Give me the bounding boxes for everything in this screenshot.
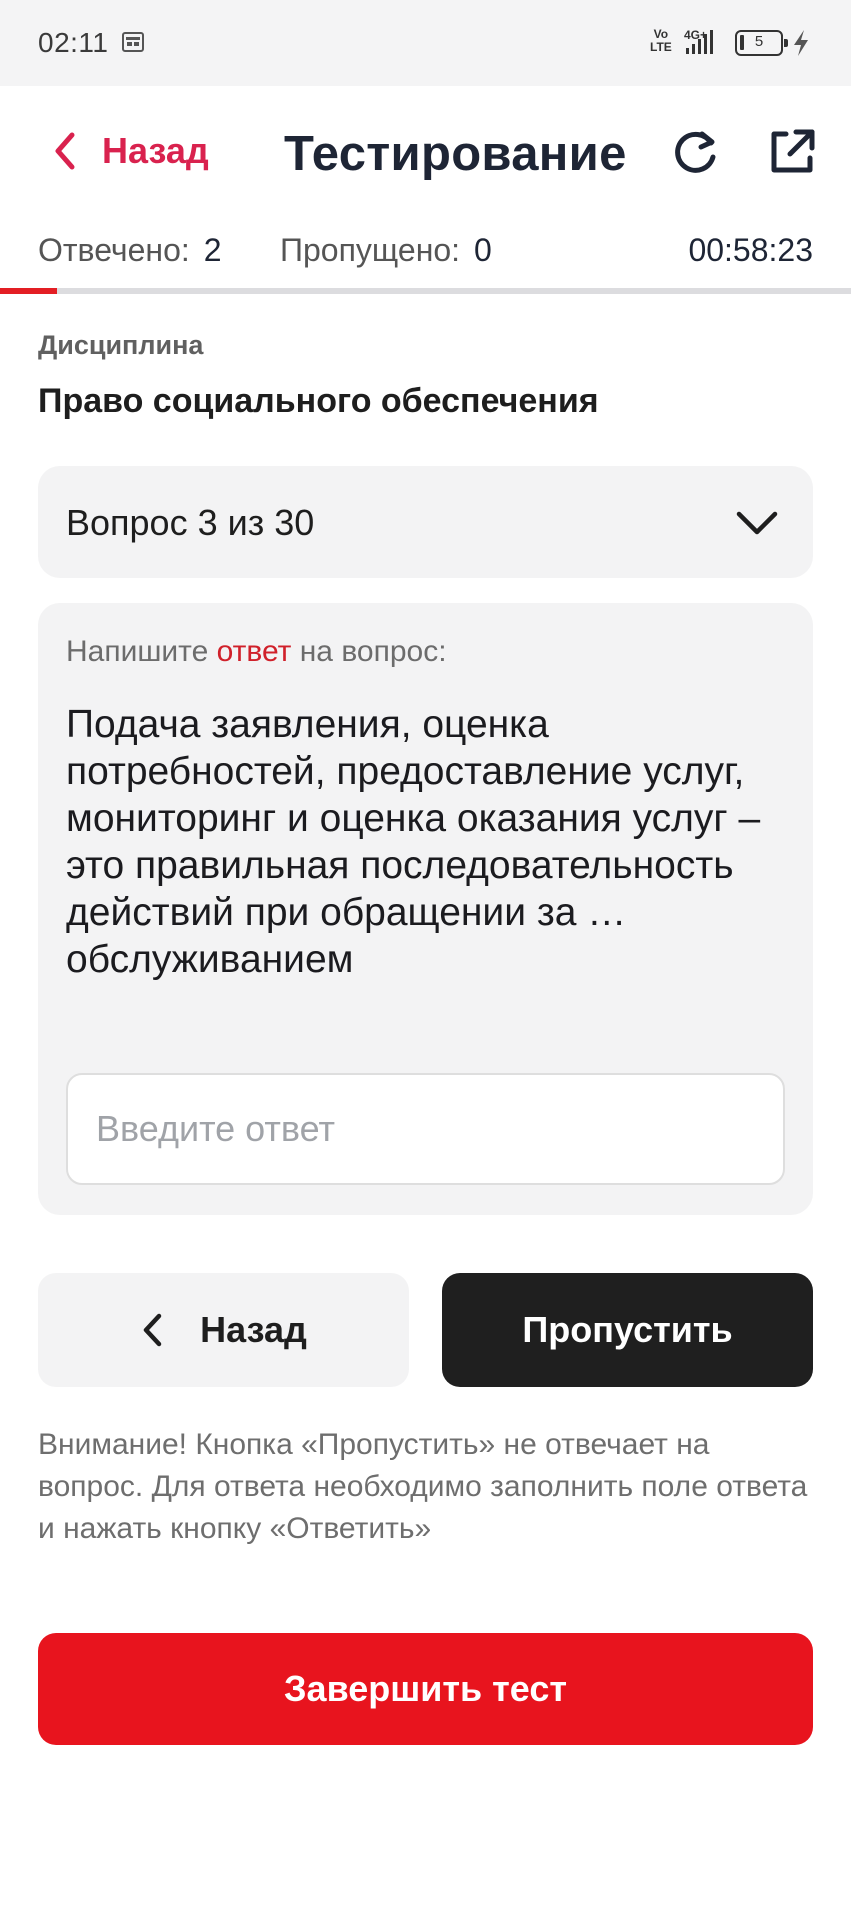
chevron-left-icon <box>143 1313 162 1347</box>
chevron-left-icon <box>55 132 75 170</box>
header-back-label: Назад <box>102 130 209 171</box>
question-prompt-end: на вопрос: <box>291 635 447 668</box>
calendar-icon <box>122 32 144 52</box>
progress-bar <box>0 288 851 294</box>
finish-test-button[interactable]: Завершить тест <box>38 1633 813 1745</box>
charging-icon <box>794 30 808 56</box>
question-text: Подача заявления, оценка потребностей, п… <box>66 703 761 981</box>
page-title: Тестирование <box>284 127 627 181</box>
network-type-label: 4G+ <box>684 28 707 42</box>
skipped-label: Пропущено: <box>280 232 461 268</box>
battery-level: 5 <box>754 33 764 50</box>
finish-test-label: Завершить тест <box>284 1668 567 1709</box>
refresh-icon[interactable] <box>669 127 721 179</box>
skip-warning-text: Внимание! Кнопка «Пропустить» не отвечае… <box>38 1428 808 1545</box>
question-selector[interactable]: Вопрос 3 из 30 <box>38 466 813 578</box>
back-button[interactable]: Назад <box>38 1273 409 1387</box>
volte-indicator: Vo LTE <box>650 28 672 54</box>
test-stats: Отвечено: 2 Пропущено: 0 00:58:23 <box>38 232 813 272</box>
battery-icon: 5 <box>735 30 788 56</box>
skipped-stat: Пропущено: 0 <box>280 232 492 269</box>
answer-input[interactable] <box>66 1073 785 1185</box>
skip-button-label: Пропустить <box>522 1309 733 1350</box>
answered-stat: Отвечено: 2 <box>38 232 222 269</box>
skip-button[interactable]: Пропустить <box>442 1273 813 1387</box>
discipline-name: Право социального обеспечения <box>38 382 599 420</box>
skipped-count: 0 <box>474 232 492 268</box>
signal-icon: 4G+ <box>684 28 713 54</box>
external-link-icon[interactable] <box>766 126 818 178</box>
volte-bottom-label: LTE <box>650 40 672 54</box>
question-prompt-accent: ответ <box>216 635 292 668</box>
back-button-label: Назад <box>200 1309 307 1350</box>
question-prompt: Напишите ответ на вопрос: <box>66 635 447 669</box>
question-selector-label: Вопрос 3 из 30 <box>66 502 315 543</box>
chevron-down-icon <box>736 511 778 535</box>
question-card: Напишите ответ на вопрос: Подача заявлен… <box>38 603 813 1215</box>
question-prompt-start: Напишите <box>66 635 217 668</box>
status-time: 02:11 <box>38 27 109 58</box>
answered-count: 2 <box>203 232 222 268</box>
status-bar: 02:11 Vo LTE 4G+ 5 <box>0 0 851 86</box>
timer: 00:58:23 <box>688 232 813 268</box>
answered-label: Отвечено: <box>38 232 190 268</box>
progress-bar-fill <box>0 288 58 294</box>
discipline-label: Дисциплина <box>38 330 204 360</box>
header-back-button[interactable]: Назад <box>50 130 209 172</box>
